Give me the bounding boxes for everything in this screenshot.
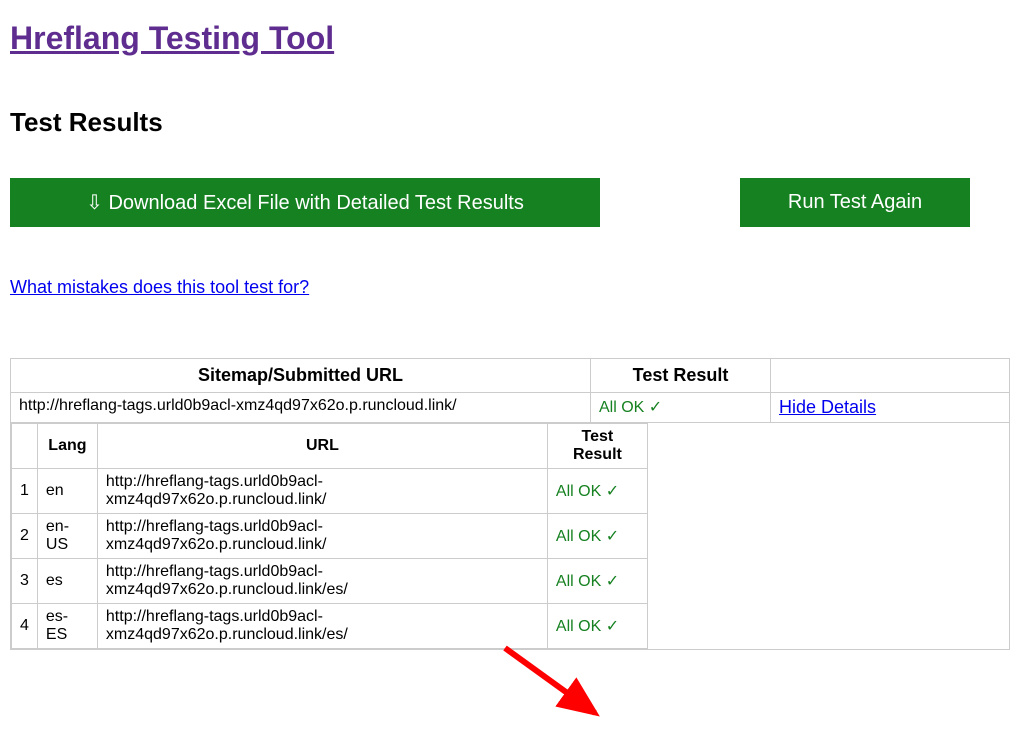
main-result-row: http://hreflang-tags.urld0b9acl-xmz4qd97… — [11, 393, 1010, 423]
row-num: 1 — [12, 469, 38, 514]
checkmark-icon: ✓ — [649, 399, 662, 416]
row-result-text: All OK — [556, 618, 601, 635]
row-result: All OK ✓ — [547, 604, 647, 649]
run-test-again-button[interactable]: Run Test Again — [740, 178, 970, 227]
main-result-text: All OK — [599, 399, 644, 416]
row-url: http://hreflang-tags.urld0b9acl-xmz4qd97… — [97, 469, 547, 514]
download-excel-button[interactable]: ⇩ Download Excel File with Detailed Test… — [10, 178, 600, 227]
annotation-arrow — [485, 638, 625, 743]
row-lang: en — [37, 469, 97, 514]
table-header-row: Sitemap/Submitted URL Test Result — [11, 359, 1010, 393]
row-lang: es — [37, 559, 97, 604]
row-num: 3 — [12, 559, 38, 604]
checkmark-icon: ✓ — [606, 573, 619, 590]
details-header-row: Lang URL Test Result — [12, 424, 648, 469]
row-result-text: All OK — [556, 528, 601, 545]
table-row: 2 en-US http://hreflang-tags.urld0b9acl-… — [12, 514, 648, 559]
row-result-text: All OK — [556, 483, 601, 500]
row-lang: en-US — [37, 514, 97, 559]
details-container-row: Lang URL Test Result 1 en http://hreflan… — [11, 423, 1010, 650]
main-result-cell: All OK ✓ — [591, 393, 771, 423]
button-row: ⇩ Download Excel File with Detailed Test… — [10, 178, 1014, 227]
row-lang: es-ES — [37, 604, 97, 649]
hide-details-link[interactable]: Hide Details — [779, 397, 876, 417]
details-header-url: URL — [97, 424, 547, 469]
details-table: Lang URL Test Result 1 en http://hreflan… — [11, 423, 648, 649]
subtitle: Test Results — [10, 107, 1014, 138]
table-row: 1 en http://hreflang-tags.urld0b9acl-xmz… — [12, 469, 648, 514]
results-table: Sitemap/Submitted URL Test Result http:/… — [10, 358, 1010, 650]
main-url-cell: http://hreflang-tags.urld0b9acl-xmz4qd97… — [11, 393, 591, 423]
details-header-result: Test Result — [547, 424, 647, 469]
row-num: 4 — [12, 604, 38, 649]
header-sitemap: Sitemap/Submitted URL — [11, 359, 591, 393]
header-empty — [771, 359, 1010, 393]
page-title-link[interactable]: Hreflang Testing Tool — [10, 20, 334, 57]
row-result-text: All OK — [556, 573, 601, 590]
details-cell: Lang URL Test Result 1 en http://hreflan… — [11, 423, 1010, 650]
row-result: All OK ✓ — [547, 514, 647, 559]
results-container: Sitemap/Submitted URL Test Result http:/… — [10, 358, 1014, 650]
row-url: http://hreflang-tags.urld0b9acl-xmz4qd97… — [97, 604, 547, 649]
details-header-lang: Lang — [37, 424, 97, 469]
details-header-num — [12, 424, 38, 469]
checkmark-icon: ✓ — [606, 528, 619, 545]
checkmark-icon: ✓ — [606, 618, 619, 635]
row-result: All OK ✓ — [547, 469, 647, 514]
mistakes-info-link[interactable]: What mistakes does this tool test for? — [10, 277, 309, 298]
table-row: 4 es-ES http://hreflang-tags.urld0b9acl-… — [12, 604, 648, 649]
row-result: All OK ✓ — [547, 559, 647, 604]
row-url: http://hreflang-tags.urld0b9acl-xmz4qd97… — [97, 559, 547, 604]
header-test-result: Test Result — [591, 359, 771, 393]
hide-details-cell: Hide Details — [771, 393, 1010, 423]
row-url: http://hreflang-tags.urld0b9acl-xmz4qd97… — [97, 514, 547, 559]
table-row: 3 es http://hreflang-tags.urld0b9acl-xmz… — [12, 559, 648, 604]
checkmark-icon: ✓ — [606, 483, 619, 500]
row-num: 2 — [12, 514, 38, 559]
